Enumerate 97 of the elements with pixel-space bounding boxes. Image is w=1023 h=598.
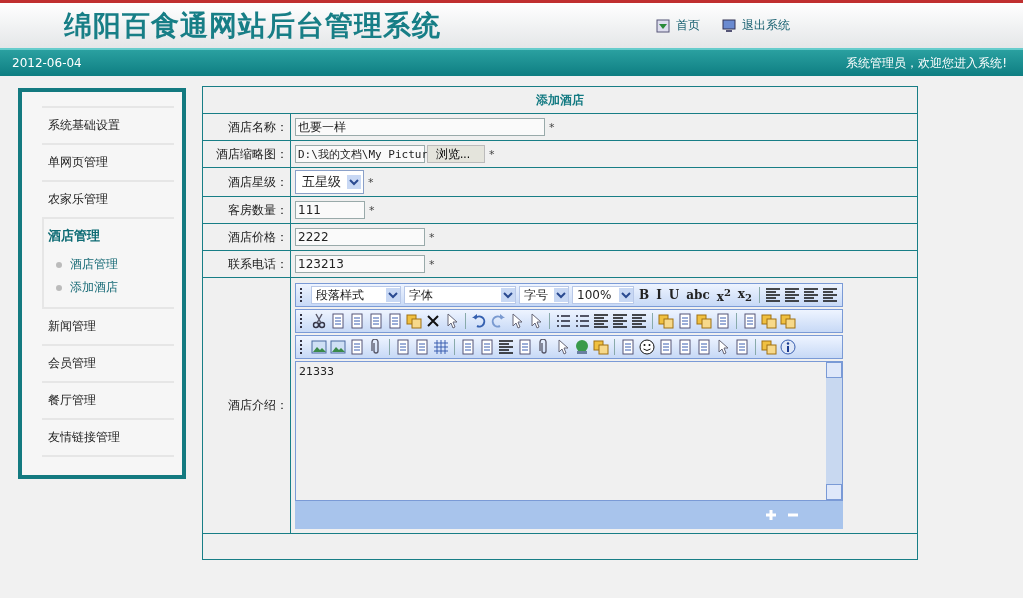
required-mark: * <box>428 257 435 271</box>
sidebar-item[interactable]: 新闻管理 <box>42 307 174 344</box>
table-icon[interactable] <box>433 339 449 355</box>
format-button[interactable]: I <box>654 288 664 302</box>
text-field[interactable]: 123213 <box>295 255 425 273</box>
scissors-icon[interactable] <box>311 313 327 329</box>
required-mark: * <box>367 175 374 189</box>
page-icon[interactable] <box>414 339 430 355</box>
undo-icon[interactable] <box>471 313 487 329</box>
required-mark: * <box>428 230 435 244</box>
page-icon[interactable] <box>677 339 693 355</box>
field-label: 酒店介绍： <box>228 397 288 414</box>
delete-icon[interactable] <box>425 313 441 329</box>
caret-icon <box>501 288 515 302</box>
date-text: 2012-06-04 <box>12 56 82 70</box>
field-label: 酒店缩略图： <box>216 145 288 163</box>
plus-icon[interactable] <box>765 509 777 521</box>
field-label: 联系电话： <box>228 255 288 273</box>
align-icon[interactable] <box>498 339 514 355</box>
image-icon[interactable] <box>311 339 327 355</box>
page-icon[interactable] <box>734 339 750 355</box>
required-mark: * <box>368 203 375 217</box>
page-icon[interactable] <box>715 313 731 329</box>
form-title: 添加酒店 <box>536 91 584 109</box>
caret-icon <box>347 175 361 189</box>
info-icon[interactable] <box>780 339 796 355</box>
page-icon[interactable] <box>368 313 384 329</box>
text-field[interactable]: 2222 <box>295 228 425 246</box>
caret-icon <box>619 288 633 302</box>
text-field[interactable]: 也要一样 <box>295 118 545 136</box>
sidebar-subitem[interactable]: 酒店管理 <box>48 253 174 276</box>
image-icon[interactable] <box>330 339 346 355</box>
required-mark: * <box>488 147 495 161</box>
caret-icon <box>554 288 568 302</box>
welcome-text: 系统管理员，欢迎您进入系统! <box>846 54 1007 72</box>
toolbar-dropdown[interactable]: 100% <box>572 286 634 304</box>
align-icon[interactable] <box>612 313 628 329</box>
sidebar-item[interactable]: 餐厅管理 <box>42 381 174 418</box>
page-icon[interactable] <box>696 339 712 355</box>
squares-icon[interactable] <box>696 313 712 329</box>
scrollbar[interactable] <box>826 362 842 500</box>
align-icon[interactable] <box>593 313 609 329</box>
sidebar-item[interactable]: 友情链接管理 <box>42 418 174 455</box>
page-icon[interactable] <box>677 313 693 329</box>
redo-icon[interactable] <box>490 313 506 329</box>
align-icon[interactable] <box>765 287 781 303</box>
sidebar-item[interactable]: 系统基础设置 <box>42 106 174 143</box>
field-label: 酒店名称： <box>228 118 288 136</box>
pointer-icon[interactable] <box>528 313 544 329</box>
toolbar-dropdown[interactable]: 字体 <box>404 286 516 304</box>
page-icon[interactable] <box>349 339 365 355</box>
format-button[interactable]: U <box>666 288 682 302</box>
page-icon[interactable] <box>742 313 758 329</box>
toolbar-dropdown[interactable]: 段落样式 <box>311 286 401 304</box>
list-icon[interactable] <box>574 313 590 329</box>
squares-icon[interactable] <box>780 313 796 329</box>
browse-button[interactable]: 浏览... <box>427 145 485 163</box>
page-icon[interactable] <box>349 313 365 329</box>
format-button[interactable]: x$_{2}$ <box>735 286 754 304</box>
sidebar-item[interactable]: 会员管理 <box>42 344 174 381</box>
header-link[interactable]: 退出系统 <box>722 17 790 34</box>
pointer-icon[interactable] <box>555 339 571 355</box>
align-icon[interactable] <box>784 287 800 303</box>
site-title: 绵阳百食通网站后台管理系统 <box>64 7 442 44</box>
sidebar-item[interactable]: 酒店管理 <box>48 225 174 253</box>
page-icon[interactable] <box>387 313 403 329</box>
header-link[interactable]: 首页 <box>656 17 700 34</box>
caret-icon <box>386 288 400 302</box>
sidebar-item[interactable]: 农家乐管理 <box>42 180 174 217</box>
pointer-icon[interactable] <box>715 339 731 355</box>
format-button[interactable]: abc <box>684 288 712 302</box>
field-label: 客房数量： <box>228 201 288 219</box>
file-path-field[interactable]: D:\我的文档\My Pictur <box>295 145 425 163</box>
text-field[interactable]: 111 <box>295 201 365 219</box>
field-label: 酒店价格： <box>228 228 288 246</box>
sidebar-subitem[interactable]: 添加酒店 <box>48 276 174 299</box>
align-icon[interactable] <box>822 287 838 303</box>
field-label: 酒店星级： <box>228 173 288 191</box>
squares-icon[interactable] <box>658 313 674 329</box>
page-icon[interactable] <box>395 339 411 355</box>
squares-icon[interactable] <box>593 339 609 355</box>
align-icon[interactable] <box>631 313 647 329</box>
required-mark: * <box>548 120 555 134</box>
pointer-icon[interactable] <box>509 313 525 329</box>
format-button[interactable]: B <box>637 288 652 302</box>
globe-icon[interactable] <box>574 339 590 355</box>
format-button[interactable]: x$^{2}$ <box>714 286 733 304</box>
pointer-icon[interactable] <box>444 313 460 329</box>
list-icon[interactable] <box>555 313 571 329</box>
smiley-icon[interactable] <box>639 339 655 355</box>
toolbar-dropdown[interactable]: 字号 <box>519 286 569 304</box>
monitor-icon <box>722 18 736 33</box>
align-icon[interactable] <box>803 287 819 303</box>
star-rating-select[interactable]: 五星级 <box>295 170 364 194</box>
sidebar-item[interactable]: 单网页管理 <box>42 143 174 180</box>
squares-icon[interactable] <box>761 313 777 329</box>
page-icon[interactable] <box>460 339 476 355</box>
